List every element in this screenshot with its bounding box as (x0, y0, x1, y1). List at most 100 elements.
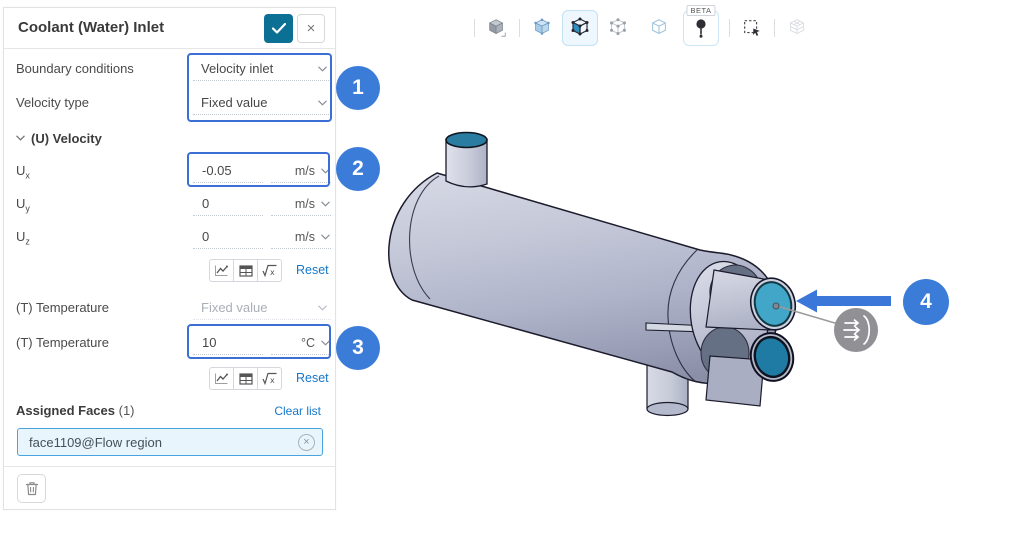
select-faces-button[interactable] (562, 10, 598, 46)
field-label: (T) Temperature (16, 300, 109, 315)
beta-badge: BETA (686, 5, 715, 16)
field-label: Uz (16, 229, 30, 247)
ux-input[interactable]: -0.05 (193, 159, 263, 183)
app-root: Coolant (Water) Inlet × Boundary conditi… (0, 0, 1024, 536)
chevron-down-icon (321, 201, 330, 207)
toolbar-divider (729, 19, 730, 37)
temperature-type-select: Fixed value (193, 296, 331, 320)
vertex-cube-icon (607, 16, 629, 40)
chart-input-button[interactable] (209, 259, 234, 282)
chevron-down-icon (318, 305, 327, 311)
row-temperature-value: (T) Temperature 10 °C (4, 331, 335, 355)
chevron-down-icon (318, 100, 327, 106)
face-select-cube-icon (568, 16, 592, 40)
wireframe-view-button[interactable] (648, 17, 670, 39)
field-label: Boundary conditions (16, 61, 134, 76)
temperature-unit-select[interactable]: °C (271, 331, 331, 355)
assigned-face-item[interactable]: face1109@Flow region × (17, 428, 323, 456)
assigned-face-name: face1109@Flow region (29, 435, 162, 450)
velocity-input-toolbar: x Reset (4, 259, 335, 283)
chevron-down-icon (321, 168, 330, 174)
wireframe-cube-icon (648, 16, 670, 40)
panel-divider (4, 466, 335, 467)
chevron-down-icon (318, 66, 327, 72)
clear-list-link[interactable]: Clear list (274, 404, 321, 418)
callout-step-2: 2 (336, 147, 380, 191)
formula-input-button[interactable]: x (257, 259, 282, 282)
trash-icon (25, 481, 39, 496)
formula-input-button[interactable]: x (257, 367, 282, 390)
panel-title: Coolant (Water) Inlet (18, 19, 164, 36)
assigned-faces-label: Assigned Faces (1) (16, 403, 135, 418)
section-title: (U) Velocity (31, 131, 102, 146)
boundary-condition-panel: Coolant (Water) Inlet × Boundary conditi… (3, 7, 336, 510)
table-icon (239, 373, 253, 385)
assigned-faces-header: Assigned Faces (1) Clear list (4, 399, 335, 423)
mesh-view-button (786, 17, 808, 39)
delete-boundary-condition-button[interactable] (17, 474, 46, 503)
face-center-marker (773, 303, 779, 309)
table-input-button[interactable] (233, 259, 258, 282)
temperature-input[interactable]: 10 (193, 331, 263, 355)
toolbar-divider (774, 19, 775, 37)
boundary-conditions-select[interactable]: Velocity inlet (193, 57, 331, 81)
velocity-inlet-badge[interactable] (834, 308, 878, 352)
callout-step-3: 3 (336, 326, 380, 370)
uz-unit-select[interactable]: m/s (271, 225, 331, 249)
uy-unit-select[interactable]: m/s (271, 192, 331, 216)
section-velocity[interactable]: (U) Velocity (4, 127, 335, 151)
close-icon: × (303, 436, 309, 448)
inlet-direction-arrow (796, 290, 891, 313)
render-solid-button[interactable] (486, 17, 508, 39)
select-vertices-button[interactable] (607, 17, 629, 39)
row-temperature-type: (T) Temperature Fixed value (4, 296, 335, 320)
reset-velocity-link[interactable]: Reset (296, 263, 329, 277)
uy-input[interactable]: 0 (193, 192, 263, 216)
line-chart-icon (214, 372, 229, 385)
probe-point-button[interactable]: BETA (683, 10, 719, 46)
chevron-down-icon (321, 234, 330, 240)
collapse-chevron-icon (16, 135, 25, 141)
row-uz: Uz 0 m/s (4, 225, 335, 249)
velocity-type-select[interactable]: Fixed value (193, 91, 331, 115)
solid-cube-icon (486, 16, 508, 40)
table-icon (239, 265, 253, 277)
remove-face-button[interactable]: × (298, 434, 315, 451)
box-select-icon (741, 16, 763, 40)
svg-text:x: x (270, 268, 275, 277)
table-input-button[interactable] (233, 367, 258, 390)
close-icon: × (307, 20, 316, 37)
field-label: Velocity type (16, 95, 89, 110)
line-chart-icon (214, 264, 229, 277)
top-nozzle-face[interactable] (446, 133, 487, 148)
panel-header: Coolant (Water) Inlet × (4, 8, 335, 49)
callout-step-4: 4 (903, 279, 949, 325)
reset-temperature-link[interactable]: Reset (296, 371, 329, 385)
field-label: Ux (16, 163, 30, 181)
mesh-cube-icon (786, 16, 808, 40)
cancel-button[interactable]: × (297, 14, 325, 43)
confirm-button[interactable] (264, 14, 293, 43)
chart-input-button[interactable] (209, 367, 234, 390)
box-select-button[interactable] (741, 17, 763, 39)
callout-step-1: 1 (336, 66, 380, 110)
select-volumes-button[interactable] (531, 17, 553, 39)
row-uy: Uy 0 m/s (4, 192, 335, 216)
temperature-input-toolbar: x Reset (4, 367, 335, 391)
check-icon (272, 23, 286, 34)
viewport-toolbar: BETA (468, 8, 813, 48)
row-ux: Ux -0.05 m/s (4, 159, 335, 183)
field-label: Uy (16, 196, 30, 214)
model-upper-pipe[interactable] (706, 270, 801, 335)
toolbar-divider (474, 19, 475, 37)
chevron-down-icon (321, 340, 330, 346)
ux-unit-select[interactable]: m/s (271, 159, 331, 183)
uz-input[interactable]: 0 (193, 225, 263, 249)
field-label: (T) Temperature (16, 335, 109, 350)
model-top-nozzle[interactable] (446, 133, 487, 187)
svg-text:x: x (270, 376, 275, 385)
viewport-3d[interactable] (340, 50, 1024, 480)
sqrt-formula-icon: x (262, 372, 278, 385)
volume-cube-icon (531, 16, 553, 40)
sqrt-formula-icon: x (262, 264, 278, 277)
